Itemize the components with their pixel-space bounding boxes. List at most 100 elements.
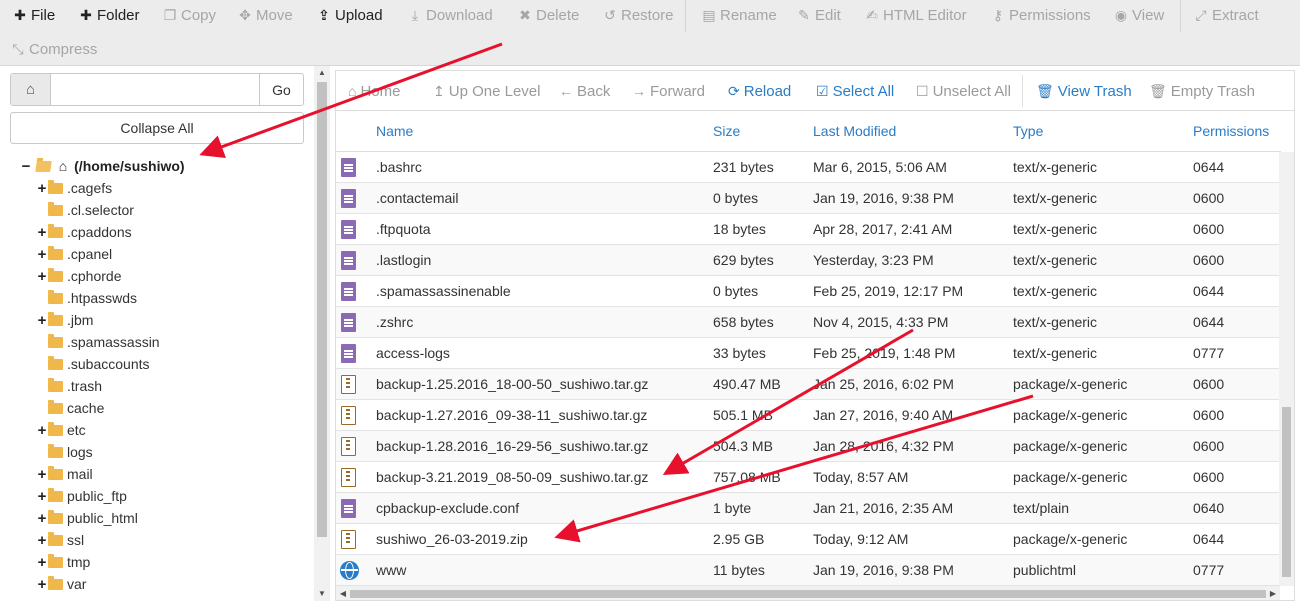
- view-trash-button[interactable]: 🗑 View Trash: [1036, 81, 1132, 101]
- folder-icon: [48, 400, 63, 414]
- checkbox-checked-icon: ☑: [816, 83, 829, 99]
- table-row[interactable]: .lastlogin 629 bytes Yesterday, 3:23 PM tex…: [336, 245, 1280, 276]
- expand-toggle-icon[interactable]: +: [36, 223, 48, 243]
- expand-toggle-icon[interactable]: +: [36, 531, 48, 551]
- table-row[interactable]: backup-1.28.2016_16-29-56_sushiwo.tar.gz…: [336, 431, 1280, 462]
- tree-item[interactable]: + ssl: [36, 530, 84, 550]
- edit-button[interactable]: ✎ Edit: [796, 1, 841, 29]
- header-name[interactable]: Name: [376, 123, 413, 139]
- upload-button[interactable]: ⇪ Upload: [316, 1, 382, 29]
- header-last-modified[interactable]: Last Modified: [813, 123, 896, 139]
- table-row[interactable]: sushiwo_26-03-2019.zip 2.95 GB Today, 9:12…: [336, 524, 1280, 555]
- restore-button[interactable]: ↺ Restore: [602, 1, 673, 29]
- expand-toggle-icon[interactable]: +: [36, 179, 48, 199]
- table-row[interactable]: access-logs 33 bytes Feb 25, 2019, 1:48 PM…: [336, 338, 1280, 369]
- tree-item[interactable]: + .cphorde: [36, 266, 121, 286]
- header-size[interactable]: Size: [713, 123, 740, 139]
- tree-item[interactable]: + mail: [36, 464, 93, 484]
- directory-tree: − ⌂ (/home/sushiwo) + .cagefs .cl.selecto…: [0, 66, 314, 601]
- collapse-toggle-icon[interactable]: −: [20, 157, 32, 177]
- expand-toggle-icon[interactable]: +: [36, 509, 48, 529]
- tree-item[interactable]: + .cagefs: [36, 178, 112, 198]
- reload-button[interactable]: ⟳ Reload: [728, 81, 791, 101]
- extract-button[interactable]: ⤢ Extract: [1193, 1, 1258, 29]
- compress-button[interactable]: ⤡ Compress: [10, 35, 97, 63]
- file-list-scrollbar[interactable]: [1279, 152, 1294, 586]
- tree-item[interactable]: + .cpanel: [36, 244, 112, 264]
- folder-open-icon: [35, 161, 52, 172]
- permissions-button[interactable]: ⚷ Permissions: [990, 1, 1091, 29]
- horizontal-scrollbar[interactable]: ◀ ▶: [336, 585, 1280, 600]
- up-one-level-button[interactable]: ↥ Up One Level: [433, 81, 540, 101]
- tree-item[interactable]: + etc: [36, 420, 86, 440]
- move-button[interactable]: ✥ Move: [237, 1, 293, 29]
- unselect-all-button[interactable]: ☐ Unselect All: [916, 81, 1011, 101]
- tree-item[interactable]: cache: [36, 398, 104, 418]
- view-button[interactable]: ◉ View: [1113, 1, 1164, 29]
- expand-toggle-icon[interactable]: +: [36, 553, 48, 573]
- table-row[interactable]: .contactemail 0 bytes Jan 19, 2016, 9:38 P…: [336, 183, 1280, 214]
- tree-item[interactable]: + public_ftp: [36, 486, 127, 506]
- download-button[interactable]: ⤓ Download: [407, 1, 493, 29]
- tree-root[interactable]: − ⌂ (/home/sushiwo): [20, 156, 185, 176]
- table-row[interactable]: .bashrc 231 bytes Mar 6, 2015, 5:06 AM text…: [336, 152, 1280, 183]
- copy-button[interactable]: ❐ Copy: [162, 1, 216, 29]
- tree-item[interactable]: + .cpaddons: [36, 222, 132, 242]
- delete-button[interactable]: ✖ Delete: [517, 1, 579, 29]
- scrollbar-thumb[interactable]: [317, 82, 327, 537]
- scroll-right-icon[interactable]: ▶: [1266, 586, 1280, 601]
- new-folder-button[interactable]: ✚ Folder: [78, 1, 139, 29]
- header-permissions[interactable]: Permissions: [1193, 123, 1269, 139]
- home-icon: ⌂: [348, 83, 357, 99]
- new-file-button[interactable]: ✚ File: [12, 1, 55, 29]
- scroll-down-icon[interactable]: ▼: [314, 587, 330, 601]
- expand-toggle-icon[interactable]: +: [36, 245, 48, 265]
- expand-toggle-icon[interactable]: +: [36, 575, 48, 595]
- home-button[interactable]: ⌂ Home: [348, 81, 400, 101]
- tree-scrollbar[interactable]: ▲ ▼: [314, 66, 330, 601]
- table-row[interactable]: www 11 bytes Jan 19, 2016, 9:38 PM publicht…: [336, 555, 1280, 586]
- html-editor-button[interactable]: ✍ HTML Editor: [864, 1, 967, 29]
- header-type[interactable]: Type: [1013, 123, 1043, 139]
- table-row[interactable]: backup-1.27.2016_09-38-11_sushiwo.tar.gz…: [336, 400, 1280, 431]
- tree-item[interactable]: .subaccounts: [36, 354, 150, 374]
- text-file-icon: [341, 344, 356, 363]
- table-row[interactable]: .zshrc 658 bytes Nov 4, 2015, 4:33 PM text/…: [336, 307, 1280, 338]
- rename-button[interactable]: ▤ Rename: [701, 1, 776, 29]
- tree-item[interactable]: + var: [36, 574, 86, 594]
- folder-icon: [48, 576, 63, 590]
- expand-toggle-icon[interactable]: +: [36, 311, 48, 331]
- tree-item[interactable]: .cl.selector: [36, 200, 134, 220]
- table-row[interactable]: .ftpquota 18 bytes Apr 28, 2017, 2:41 AM te…: [336, 214, 1280, 245]
- tree-item[interactable]: .htpasswds: [36, 288, 137, 308]
- archive-file-icon: [341, 375, 356, 394]
- expand-toggle-icon[interactable]: +: [36, 465, 48, 485]
- expand-toggle-icon[interactable]: +: [36, 267, 48, 287]
- tree-item[interactable]: .trash: [36, 376, 102, 396]
- table-row[interactable]: backup-1.25.2016_18-00-50_sushiwo.tar.gz…: [336, 369, 1280, 400]
- table-row[interactable]: backup-3.21.2019_08-50-09_sushiwo.tar.gz…: [336, 462, 1280, 493]
- expand-toggle-icon[interactable]: +: [36, 487, 48, 507]
- table-row[interactable]: cpbackup-exclude.conf 1 byte Jan 21, 2016,…: [336, 493, 1280, 524]
- tree-item[interactable]: .spamassassin: [36, 332, 160, 352]
- empty-trash-button[interactable]: 🗑 Empty Trash: [1149, 81, 1255, 101]
- forward-button[interactable]: → Forward: [632, 81, 705, 101]
- back-button[interactable]: ← Back: [559, 81, 610, 101]
- tree-item[interactable]: + public_html: [36, 508, 138, 528]
- tree-item[interactable]: + tmp: [36, 552, 90, 572]
- copy-icon: ❐: [163, 7, 177, 23]
- toolbar-divider: [1180, 0, 1181, 32]
- scroll-up-icon[interactable]: ▲: [314, 66, 330, 80]
- folder-icon: [48, 334, 63, 348]
- archive-file-icon: [341, 437, 356, 456]
- table-row[interactable]: .spamassassinenable 0 bytes Feb 25, 2019, …: [336, 276, 1280, 307]
- scrollbar-thumb[interactable]: [350, 590, 1266, 598]
- tree-item[interactable]: logs: [36, 442, 93, 462]
- tree-item[interactable]: + .jbm: [36, 310, 93, 330]
- undo-icon: ↺: [604, 7, 616, 23]
- select-all-button[interactable]: ☑ Select All: [816, 81, 894, 101]
- scroll-left-icon[interactable]: ◀: [336, 586, 350, 601]
- scrollbar-thumb[interactable]: [1282, 407, 1291, 577]
- expand-toggle-icon[interactable]: +: [36, 421, 48, 441]
- file-table: Name Size Last Modified Type Permissions…: [335, 110, 1295, 601]
